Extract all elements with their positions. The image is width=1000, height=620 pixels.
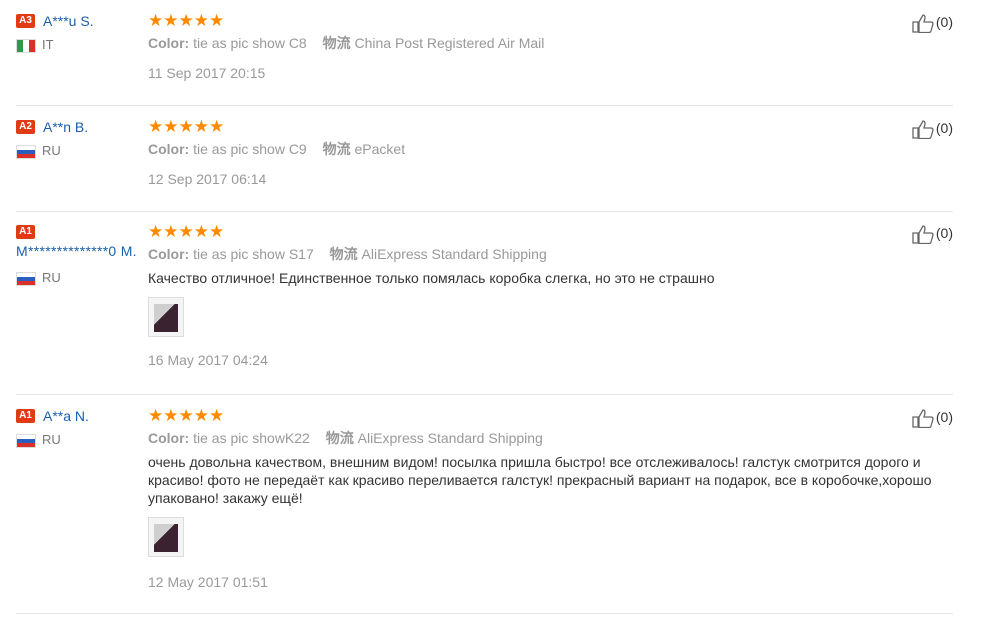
buyer-level-badge: A1 (16, 409, 35, 423)
logistics-value: AliExpress Standard Shipping (361, 246, 547, 262)
star-rating: ★★★★★ (148, 117, 225, 136)
star-rating: ★★★★★ (148, 222, 225, 241)
reviewer-name[interactable]: A***u S. (43, 12, 94, 30)
review-photo-thumbnail[interactable] (148, 517, 184, 557)
review-date: 12 May 2017 01:51 (148, 574, 268, 590)
review-text: очень довольна качеством, внешним видом!… (148, 454, 932, 506)
reviewer-name[interactable]: A**n B. (43, 118, 88, 136)
color-label: Color: (148, 246, 190, 262)
order-info: Color: tie as pic show C9 物流 ePacket (148, 140, 948, 158)
review-date: 11 Sep 2017 20:15 (148, 65, 266, 81)
helpful-count: (0) (935, 409, 953, 425)
color-value: tie as pic show C8 (193, 35, 307, 51)
logistics-label: 物流 (322, 141, 351, 157)
logistics-label: 物流 (322, 35, 351, 51)
country-code: RU (42, 143, 61, 158)
reviewer-info: A1 A**a N. RU (16, 407, 146, 449)
country-code: RU (42, 432, 61, 447)
review-content: ★★★★★ Color: tie as pic show C9 物流 ePack… (148, 118, 948, 188)
review-date: 16 May 2017 04:24 (148, 352, 268, 368)
helpful-count: (0) (935, 14, 953, 30)
helpful-button[interactable]: (0) (912, 407, 953, 429)
color-label: Color: (148, 141, 190, 157)
reviewer-info: A3 A***u S. IT (16, 12, 146, 54)
italy-flag-icon (16, 38, 36, 53)
order-info: Color: tie as pic showK22 物流 AliExpress … (148, 429, 948, 447)
helpful-button[interactable]: (0) (912, 223, 953, 245)
russia-flag-icon (16, 144, 36, 159)
reviewer-info: A1 M**************0 M. RU (16, 223, 146, 287)
reviewer-country: RU (16, 269, 146, 287)
review-content: ★★★★★ Color: tie as pic show S17 物流 AliE… (148, 223, 948, 369)
order-info: Color: tie as pic show C8 物流 China Post … (148, 34, 948, 52)
logistics-label: 物流 (325, 430, 354, 446)
thumbs-up-icon (912, 409, 934, 429)
reviewer-country: IT (16, 36, 146, 54)
star-rating: ★★★★★ (148, 406, 225, 425)
review-item: A1 M**************0 M. RU ★★★★★ Color: t… (16, 223, 953, 395)
helpful-button[interactable]: (0) (912, 118, 953, 140)
russia-flag-icon (16, 433, 36, 448)
color-value: tie as pic showK22 (193, 430, 310, 446)
thumbs-up-icon (912, 225, 934, 245)
russia-flag-icon (16, 271, 36, 286)
buyer-level-badge: A3 (16, 14, 35, 28)
color-value: tie as pic show S17 (193, 246, 314, 262)
buyer-level-badge: A2 (16, 120, 35, 134)
logistics-label: 物流 (329, 246, 358, 262)
review-item: A3 A***u S. IT ★★★★★ Color: tie as pic sh… (16, 12, 953, 106)
logistics-value: China Post Registered Air Mail (354, 35, 545, 51)
reviewer-country: RU (16, 142, 146, 160)
reviewer-info: A2 A**n B. RU (16, 118, 146, 160)
country-code: IT (42, 37, 54, 52)
helpful-button[interactable]: (0) (912, 12, 953, 34)
thumbs-up-icon (912, 120, 934, 140)
color-value: tie as pic show C9 (193, 141, 307, 157)
review-content: ★★★★★ Color: tie as pic showK22 物流 AliEx… (148, 407, 948, 591)
star-rating: ★★★★★ (148, 11, 225, 30)
reviewer-country: RU (16, 431, 146, 449)
reviewer-name[interactable]: M**************0 M. (16, 243, 166, 259)
order-info: Color: tie as pic show S17 物流 AliExpress… (148, 245, 948, 263)
thumbs-up-icon (912, 14, 934, 34)
helpful-count: (0) (935, 225, 953, 241)
review-photo-thumbnail[interactable] (148, 297, 184, 337)
color-label: Color: (148, 430, 190, 446)
country-code: RU (42, 270, 61, 285)
color-label: Color: (148, 35, 190, 51)
helpful-count: (0) (935, 120, 953, 136)
review-item: A2 A**n B. RU ★★★★★ Color: tie as pic sho… (16, 118, 953, 212)
logistics-value: AliExpress Standard Shipping (357, 430, 543, 446)
logistics-value: ePacket (354, 141, 406, 157)
review-text: Качество отличное! Единственное только п… (148, 270, 715, 286)
reviewer-name[interactable]: A**a N. (43, 407, 89, 425)
review-item: A1 A**a N. RU ★★★★★ Color: tie as pic sho… (16, 407, 953, 614)
review-content: ★★★★★ Color: tie as pic show C8 物流 China… (148, 12, 948, 82)
buyer-level-badge: A1 (16, 225, 35, 239)
review-date: 12 Sep 2017 06:14 (148, 171, 267, 187)
